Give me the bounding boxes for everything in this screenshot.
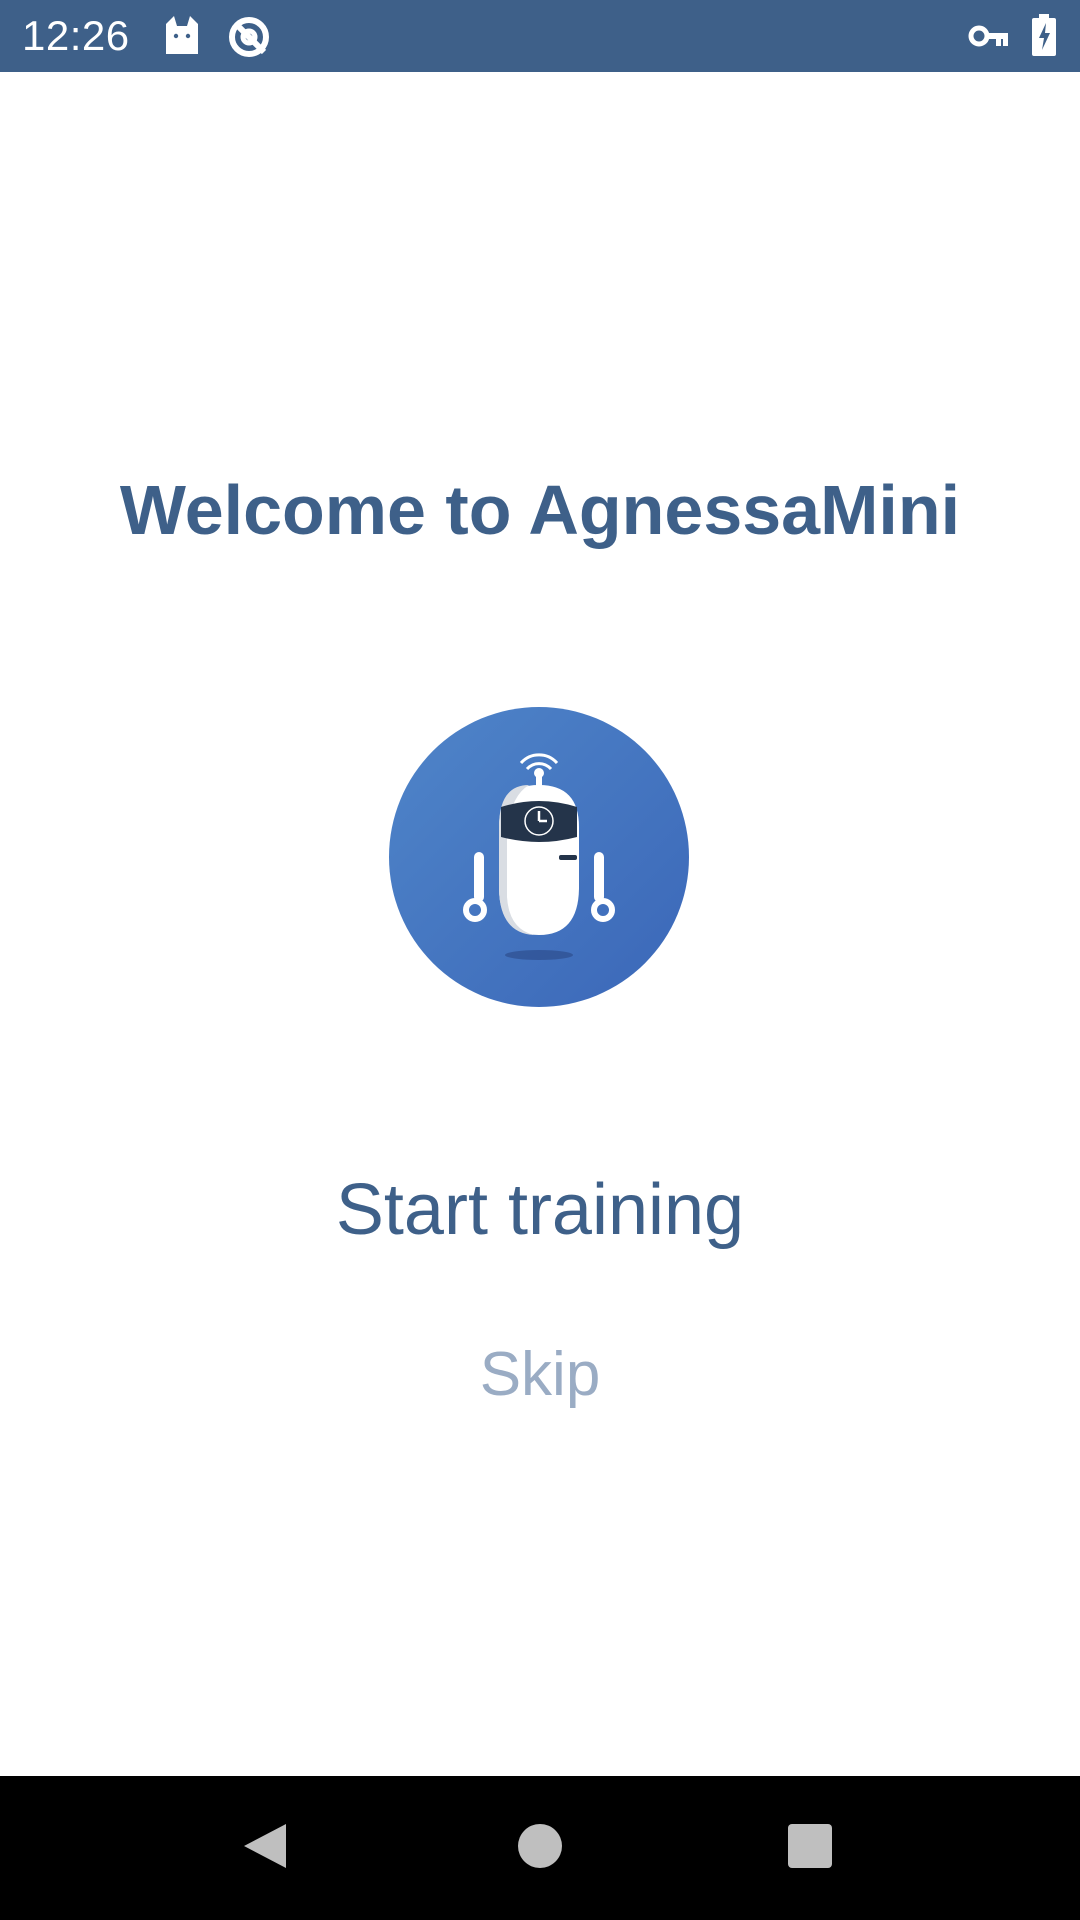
skip-button[interactable]: Skip: [390, 1335, 690, 1415]
cat-icon: [160, 14, 204, 63]
start-training-button[interactable]: Start training: [240, 1160, 840, 1260]
status-bar: 12:26: [0, 0, 1080, 72]
robot-icon: [389, 707, 689, 1007]
welcome-screen: 12:26 Welcome to AgnessaMini Start train…: [0, 0, 1080, 1920]
back-icon[interactable]: [216, 1796, 316, 1896]
home-icon[interactable]: [490, 1796, 590, 1896]
vpn-key-icon: [968, 20, 1010, 57]
recents-icon[interactable]: [760, 1796, 860, 1896]
status-time: 12:26: [22, 12, 130, 59]
sync-disabled-icon: [226, 14, 272, 65]
navigation-bar: [0, 1776, 1080, 1920]
battery-charging-icon: [1030, 14, 1058, 61]
page-title: Welcome to AgnessaMini: [119, 471, 961, 549]
